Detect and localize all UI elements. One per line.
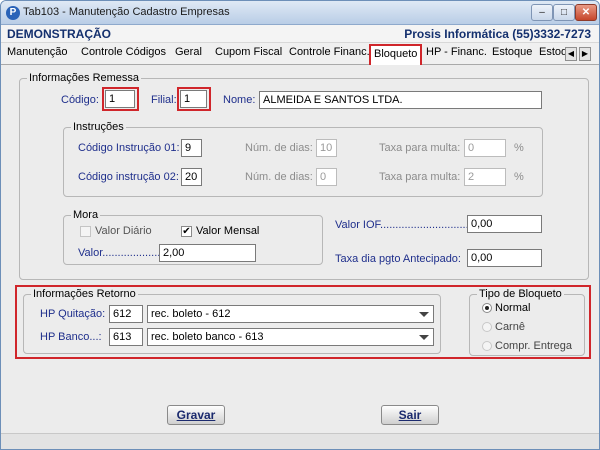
taxa-02-input [464,168,506,186]
chevron-down-icon [419,312,429,317]
instrucoes-legend: Instruções [71,121,126,133]
company-info: Prosis Informática (55)3332-7273 [404,27,591,41]
valor-diario-checkbox[interactable] [80,226,91,237]
maximize-button[interactable]: □ [553,4,575,21]
taxa-01-input [464,139,506,157]
retorno-legend: Informações Retorno [31,288,138,300]
hp-quitacao-selected: rec. boleto - 612 [151,308,231,320]
hp-quitacao-select[interactable]: rec. boleto - 612 [147,305,434,323]
valor-iof-input[interactable] [467,215,542,233]
taxa-antecipado-label: Taxa dia pgto Antecipado: [335,253,461,265]
hp-banco-code-input[interactable] [109,328,143,346]
taxa-antecipado-input[interactable] [467,249,542,267]
valor-iof-label: Valor IOF.............................: [335,219,472,231]
valor-mensal-label: Valor Mensal [196,225,260,237]
taxa-02-percent: % [514,171,524,183]
gravar-button[interactable]: Gravar [167,405,225,425]
valor-mensal-checkbox[interactable]: ✔ [181,226,192,237]
codigo-input[interactable] [105,90,135,108]
hp-banco-label: HP Banco...: [40,331,102,343]
tab-manutencao[interactable]: Manutenção [7,46,68,58]
mora-legend: Mora [71,209,101,221]
tab-controle-codigos[interactable]: Controle Códigos [81,46,166,58]
tipo-bloqueto-legend: Tipo de Bloqueto [477,288,564,300]
compr-entrega-label: Compr. Entrega [495,340,573,352]
instrucao-01-label: Código Instrução 01: [78,142,180,154]
carne-radio[interactable] [482,322,492,332]
hp-banco-selected: rec. boleto banco - 613 [151,331,264,343]
filial-input[interactable] [180,90,207,108]
environment-label: DEMONSTRAÇÃO [7,27,111,41]
nome-input[interactable] [259,91,542,109]
app-logo-icon: P [6,6,20,20]
chevron-down-icon [419,335,429,340]
normal-label: Normal [495,302,531,314]
dias-01-label: Núm. de dias: [245,142,313,154]
instrucao-02-input[interactable] [181,168,202,186]
instrucao-02-label: Código instrução 02: [78,171,179,183]
valor-diario-label: Valor Diário [95,225,152,237]
dias-02-input [316,168,337,186]
tab-scroll-right-icon[interactable]: ▶ [579,47,591,61]
tab-bar: Manutenção Controle Códigos Geral Cupom … [1,43,599,65]
hp-banco-select[interactable]: rec. boleto banco - 613 [147,328,434,346]
tab-estoque[interactable]: Estoque [492,46,532,58]
header-band: DEMONSTRAÇÃO Prosis Informática (55)3332… [1,25,599,43]
window-title: Tab103 - Manutenção Cadastro Empresas [23,6,230,18]
instrucoes-group: Instruções [63,121,543,197]
minimize-button[interactable]: – [531,4,553,21]
tab-bloqueto[interactable]: Bloqueto [369,44,423,65]
tab-controle-financ[interactable]: Controle Financ. [289,46,370,58]
hp-quitacao-code-input[interactable] [109,305,143,323]
codigo-label: Código: [61,94,99,106]
close-button[interactable]: ✕ [575,4,597,21]
mora-valor-input[interactable] [159,244,256,262]
main-window: P Tab103 - Manutenção Cadastro Empresas … [0,0,600,450]
taxa-02-label: Taxa para multa: [379,171,461,183]
tab-estoq[interactable]: Estoq [539,46,567,58]
tab-hp-financ[interactable]: HP - Financ. [426,46,487,58]
carne-label: Carnê [495,321,525,333]
compr-entrega-radio[interactable] [482,341,492,351]
sair-button[interactable]: Sair [381,405,439,425]
filial-label: Filial: [151,94,177,106]
taxa-01-label: Taxa para multa: [379,142,461,154]
nome-label: Nome: [223,94,256,106]
tab-cupom-fiscal[interactable]: Cupom Fiscal [215,46,282,58]
title-bar[interactable]: P Tab103 - Manutenção Cadastro Empresas … [1,1,599,25]
status-bar [1,433,599,449]
remessa-legend: Informações Remessa [27,72,142,84]
taxa-01-percent: % [514,142,524,154]
check-mark-icon: ✔ [182,226,191,237]
normal-radio[interactable] [482,303,492,313]
tab-scroll-left-icon[interactable]: ◀ [565,47,577,61]
dias-01-input [316,139,337,157]
tab-geral[interactable]: Geral [175,46,202,58]
hp-quitacao-label: HP Quitação: [40,308,106,320]
instrucao-01-input[interactable] [181,139,202,157]
dias-02-label: Núm. de dias: [245,171,313,183]
